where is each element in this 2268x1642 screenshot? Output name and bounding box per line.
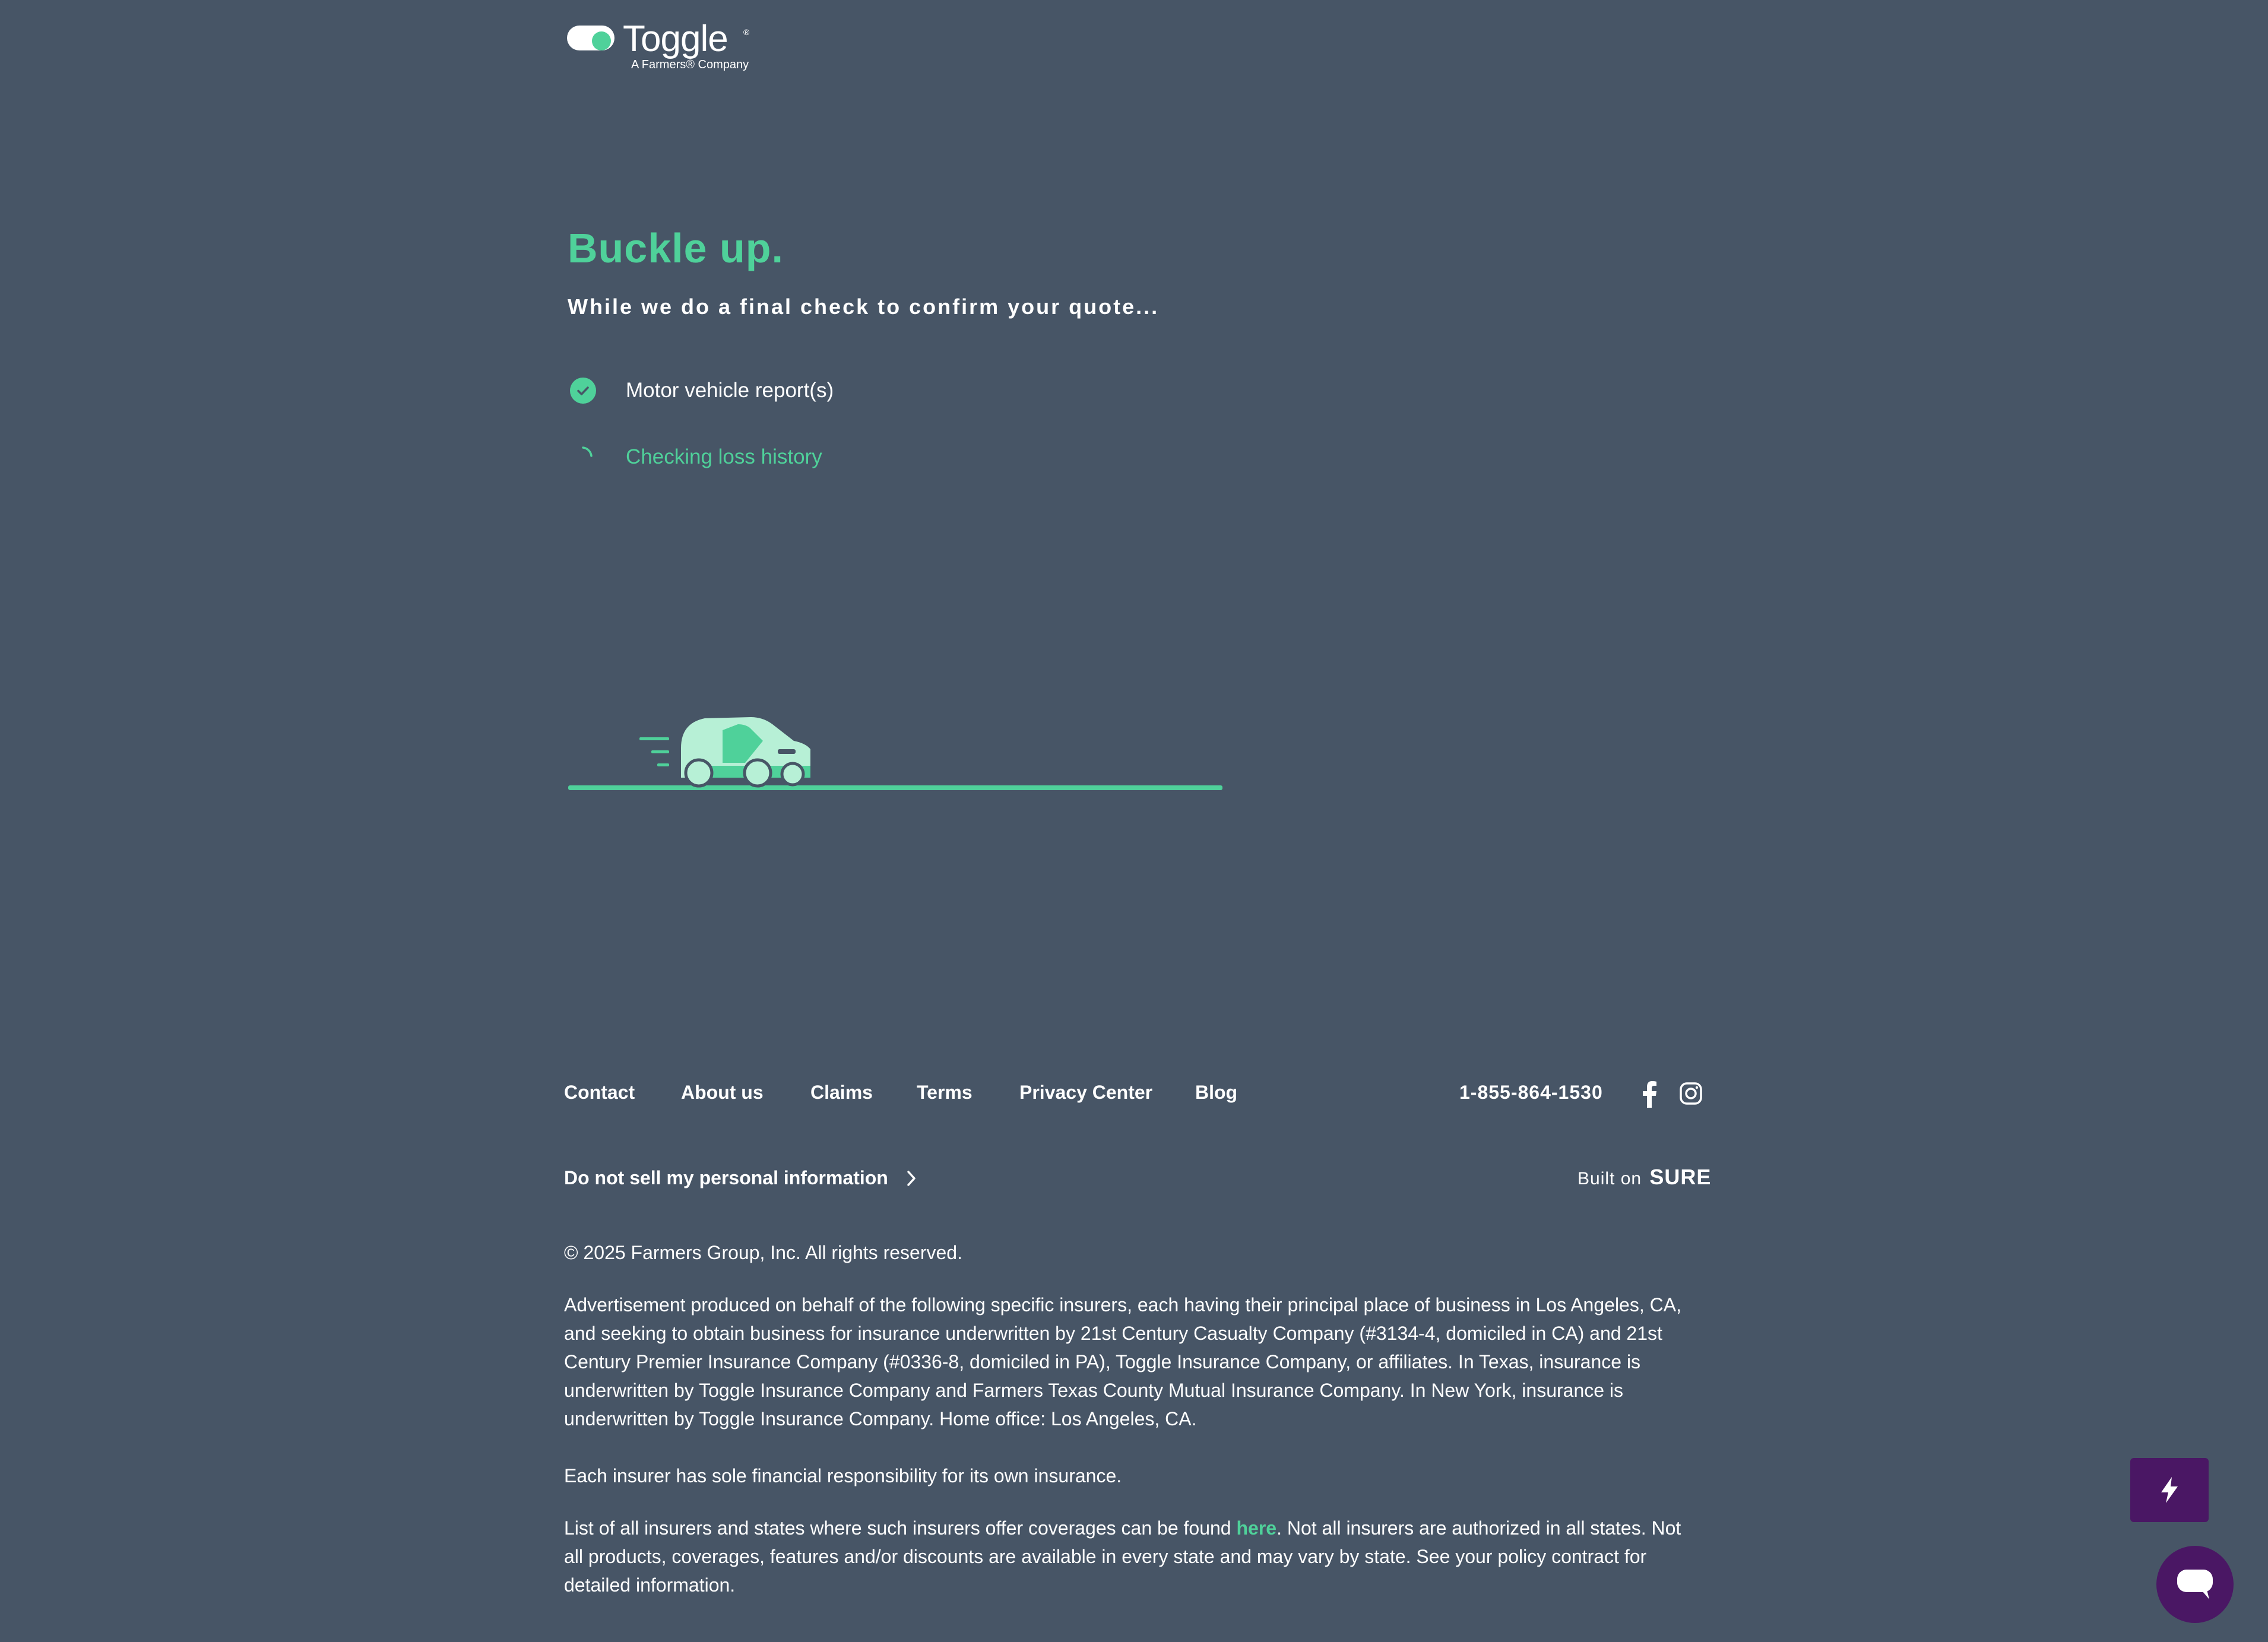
chat-button[interactable] [2156, 1546, 2234, 1623]
legal-p3-before: List of all insurers and states where su… [564, 1517, 1237, 1539]
sure-logo-text: SURE [1649, 1165, 1712, 1189]
quick-action-button[interactable] [2130, 1458, 2209, 1522]
page-title: Buckle up. [568, 225, 784, 271]
car-road-illustration [568, 717, 1222, 790]
do-not-sell-link[interactable]: Do not sell my personal information [564, 1167, 918, 1189]
step-label: Motor vehicle report(s) [626, 379, 834, 402]
built-on-prefix: Built on [1578, 1169, 1642, 1188]
check-circle-icon [570, 378, 596, 404]
logo-brand-text: Toggle [623, 18, 728, 59]
footer-phone-link[interactable]: 1-855-864-1530 [1459, 1082, 1603, 1104]
footer-link-blog[interactable]: Blog [1195, 1082, 1237, 1104]
legal-disclaimer-insurers: Advertisement produced on behalf of the … [564, 1294, 1681, 1429]
copyright-text: © 2025 Farmers Group, Inc. All rights re… [564, 1242, 962, 1263]
footer-link-contact[interactable]: Contact [564, 1082, 635, 1104]
loading-spinner-icon [582, 446, 593, 457]
logo-registered-mark: ® [743, 27, 750, 37]
step-label: Checking loss history [626, 445, 822, 468]
lightning-bolt-icon [2161, 1477, 2178, 1503]
instagram-icon[interactable] [1679, 1082, 1703, 1105]
toggle-logo[interactable]: Toggle ® A Farmers® Company [567, 18, 757, 76]
built-on-sure-badge[interactable]: Built on SURE [1578, 1165, 1711, 1190]
toggle-switch-icon [567, 26, 614, 50]
facebook-icon[interactable] [1639, 1080, 1660, 1108]
footer-link-about-us[interactable]: About us [681, 1082, 764, 1104]
footer-link-terms[interactable]: Terms [917, 1082, 973, 1104]
chat-bubble-icon [2177, 1570, 2213, 1599]
insurers-list-link[interactable]: here [1236, 1517, 1276, 1539]
footer-link-privacy-center[interactable]: Privacy Center [1019, 1082, 1152, 1104]
footer-link-claims[interactable]: Claims [810, 1082, 873, 1104]
legal-disclaimer-states: List of all insurers and states where su… [564, 1514, 1704, 1599]
page-subtitle: While we do a final check to confirm you… [568, 294, 1160, 319]
legal-disclaimer-responsibility: Each insurer has sole financial responsi… [564, 1465, 1122, 1486]
step-checking-loss-history: Checking loss history [570, 439, 822, 475]
logo-tagline: A Farmers® Company [631, 58, 749, 71]
do-not-sell-label: Do not sell my personal information [564, 1167, 888, 1188]
step-motor-vehicle-report: Motor vehicle report(s) [570, 373, 834, 408]
chevron-right-icon [907, 1170, 916, 1186]
